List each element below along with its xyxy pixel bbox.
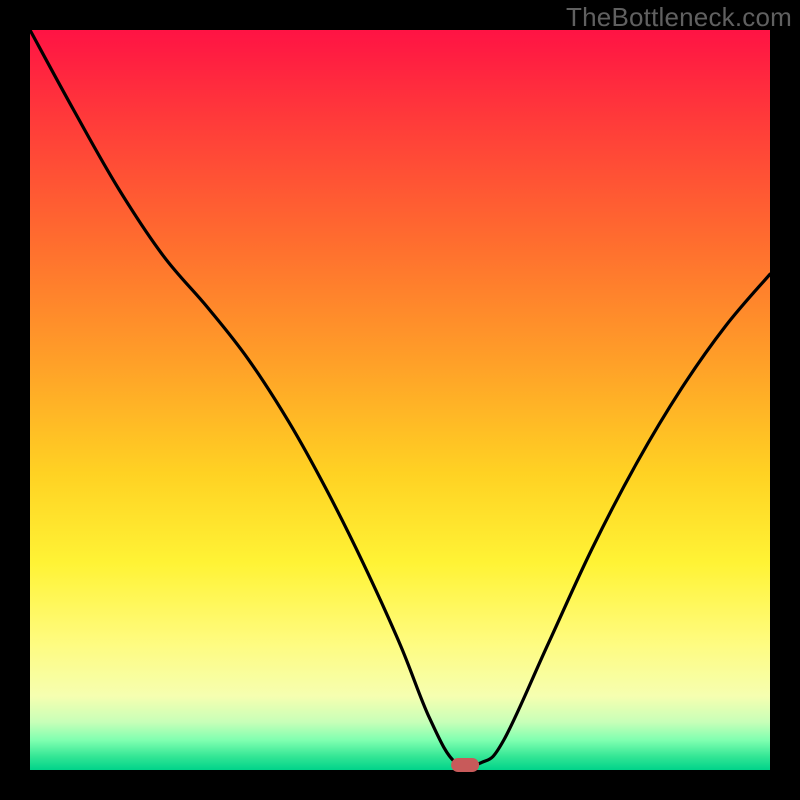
watermark-text: TheBottleneck.com bbox=[566, 2, 792, 33]
plot-background bbox=[30, 30, 770, 770]
bottleneck-chart: TheBottleneck.com bbox=[0, 0, 800, 800]
plot-svg bbox=[0, 0, 800, 800]
optimal-marker bbox=[451, 758, 479, 772]
